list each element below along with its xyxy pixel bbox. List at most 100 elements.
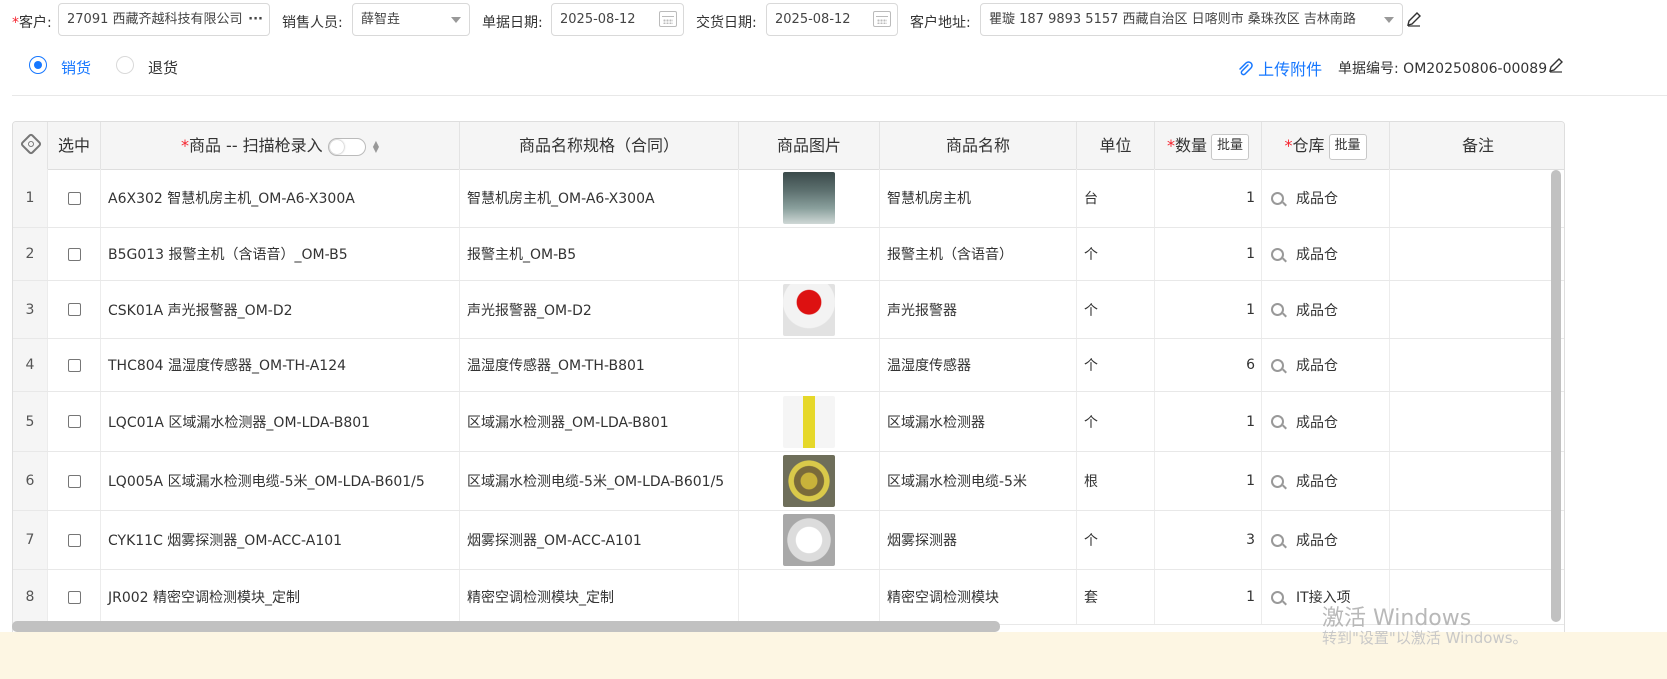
return-radio[interactable] (116, 56, 134, 74)
col-warehouse: *仓库 批量 (1262, 122, 1390, 169)
remark-cell[interactable] (1390, 511, 1564, 569)
warehouse-value: 成品仓 (1296, 191, 1338, 207)
warehouse-cell[interactable]: 成品仓 (1262, 392, 1390, 451)
edit-icon[interactable] (1406, 11, 1422, 31)
sale-radio[interactable] (29, 56, 47, 74)
doc-date-label: 单据日期: (482, 15, 543, 31)
warehouse-cell[interactable]: 成品仓 (1262, 339, 1390, 391)
idx-cell: 2 (13, 228, 48, 280)
select-cell (48, 511, 101, 569)
warehouse-cell[interactable]: 成品仓 (1262, 452, 1390, 510)
sale-label[interactable]: 销货 (61, 57, 91, 78)
warehouse-value: 成品仓 (1296, 414, 1338, 431)
qty-cell: 6 (1155, 339, 1262, 391)
sales-label: 销售人员: (282, 15, 343, 31)
edit-icon[interactable] (1548, 57, 1564, 77)
remark-cell[interactable] (1390, 228, 1564, 280)
idx-cell: 4 (13, 339, 48, 391)
warehouse-cell[interactable]: 成品仓 (1262, 228, 1390, 280)
product-cell: LQ005A 区域漏水检测电缆-5米_OM-LDA-B601/5 (101, 452, 460, 510)
contract-cell: 声光报警器_OM-D2 (460, 281, 739, 338)
row-checkbox[interactable] (67, 415, 81, 428)
warehouse-cell[interactable]: 成品仓 (1262, 511, 1390, 569)
sales-select[interactable]: 薛智垚 (352, 3, 470, 36)
batch-warehouse-button[interactable]: 批量 (1328, 133, 1367, 160)
product-cell: A6X302 智慧机房主机_OM-A6-X300A (101, 169, 460, 227)
search-icon[interactable] (1271, 191, 1284, 205)
upload-attachment-button[interactable]: 上传附件 (1237, 56, 1322, 81)
name-cell: 烟雾探测器 (880, 511, 1077, 569)
calendar-icon[interactable] (659, 11, 677, 27)
sort-icon[interactable]: ▲ ▼ (373, 139, 379, 153)
doc-no-label: 单据编号: (1338, 61, 1399, 77)
address-select[interactable]: 瞿璇 187 9893 5157 西藏自治区 日喀则市 桑珠孜区 吉林南路 (980, 3, 1403, 36)
remark-cell[interactable] (1390, 281, 1564, 338)
row-checkbox[interactable] (67, 191, 81, 205)
scan-toggle[interactable] (327, 137, 366, 156)
row-checkbox[interactable] (67, 590, 81, 604)
search-icon[interactable] (1271, 590, 1284, 604)
remark-cell[interactable] (1390, 339, 1564, 391)
row-checkbox[interactable] (67, 303, 81, 316)
idx-cell: 6 (13, 452, 48, 510)
product-cell: LQC01A 区域漏水检测器_OM-LDA-B801 (101, 392, 460, 451)
doc-date-input[interactable]: 2025-08-12 (551, 3, 684, 36)
settings-header-cell[interactable] (13, 122, 48, 169)
search-icon[interactable] (1271, 358, 1284, 372)
calendar-icon[interactable] (873, 11, 891, 27)
warehouse-cell[interactable]: 成品仓 (1262, 281, 1390, 338)
product-photo-alarm-siren[interactable] (783, 283, 835, 336)
select-cell (48, 339, 101, 391)
product-photo-leak-cable[interactable] (783, 455, 835, 507)
contract-cell: 精密空调检测模块_定制 (460, 570, 739, 624)
select-cell (48, 228, 101, 280)
product-cell: THC804 温湿度传感器_OM-TH-A124 (101, 339, 460, 391)
more-icon[interactable]: ··· (245, 4, 263, 35)
idx-cell: 3 (13, 281, 48, 338)
row-checkbox[interactable] (67, 358, 81, 372)
product-photo-smoke-detector[interactable] (783, 514, 835, 566)
warehouse-value: 成品仓 (1296, 474, 1338, 490)
customer-select[interactable]: 27091 西藏齐越科技有限公司 ··· (58, 3, 270, 36)
search-icon[interactable] (1271, 247, 1284, 261)
search-icon[interactable] (1271, 474, 1284, 488)
product-photo-server-host[interactable] (783, 172, 835, 224)
search-icon[interactable] (1271, 415, 1284, 428)
row-checkbox[interactable] (67, 474, 81, 488)
vertical-scrollbar[interactable] (1551, 170, 1561, 622)
remark-cell[interactable] (1390, 392, 1564, 451)
unit-cell: 根 (1077, 452, 1155, 510)
table-header: 选中 *商品 -- 扫描枪录入 ▲ ▼ 商品名称规格（合同） 商品图片 商品名称 … (13, 122, 1564, 170)
name-cell: 区域漏水检测电缆-5米 (880, 452, 1077, 510)
batch-qty-button[interactable]: 批量 (1211, 133, 1250, 160)
unit-cell: 个 (1077, 228, 1155, 280)
doc-no-value: OM20250806-00089 (1403, 61, 1548, 77)
select-cell (48, 452, 101, 510)
delivery-date-input[interactable]: 2025-08-12 (766, 3, 898, 36)
product-cell: CYK11C 烟雾探测器_OM-ACC-A101 (101, 511, 460, 569)
contract-cell: 智慧机房主机_OM-A6-X300A (460, 169, 739, 227)
search-icon[interactable] (1271, 303, 1284, 316)
header-bar: *客户: 27091 西藏齐越科技有限公司 ··· 销售人员: 薛智垚 单据日期… (0, 0, 1667, 44)
contract-cell: 烟雾探测器_OM-ACC-A101 (460, 511, 739, 569)
table-row: 1 A6X302 智慧机房主机_OM-A6-X300A 智慧机房主机_OM-A6-X… (13, 169, 1564, 228)
remark-cell[interactable] (1390, 169, 1564, 227)
name-cell: 精密空调检测模块 (880, 570, 1077, 624)
search-icon[interactable] (1271, 533, 1284, 547)
order-lines-table: 选中 *商品 -- 扫描枪录入 ▲ ▼ 商品名称规格（合同） 商品图片 商品名称 … (12, 121, 1565, 636)
contract-cell: 区域漏水检测器_OM-LDA-B801 (460, 392, 739, 451)
delivery-date-label: 交货日期: (696, 15, 757, 31)
product-photo-leak-detector[interactable] (783, 395, 835, 448)
warehouse-value: 成品仓 (1296, 302, 1338, 319)
chevron-down-icon (1384, 17, 1394, 23)
warehouse-cell[interactable]: 成品仓 (1262, 169, 1390, 227)
row-checkbox[interactable] (67, 247, 81, 261)
return-label[interactable]: 退货 (148, 57, 178, 78)
row-checkbox[interactable] (67, 533, 81, 547)
col-remark: 备注 (1461, 136, 1494, 155)
remark-cell[interactable] (1390, 452, 1564, 510)
settings-icon[interactable] (19, 132, 43, 156)
col-select: 选中 (48, 122, 101, 169)
image-cell (739, 228, 880, 280)
horizontal-scrollbar[interactable] (12, 621, 1000, 632)
